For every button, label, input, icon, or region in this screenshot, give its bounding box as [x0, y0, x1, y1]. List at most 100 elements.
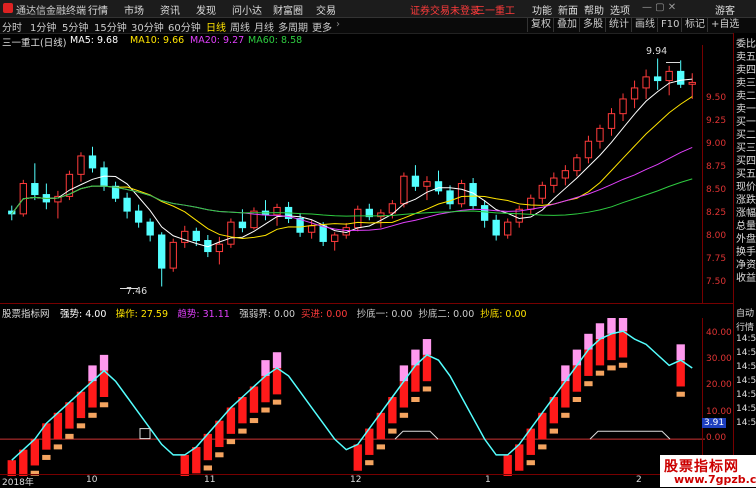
- indicator-bar: [99, 370, 109, 397]
- btn-draw[interactable]: 画线: [631, 18, 658, 32]
- candle: [181, 225, 189, 248]
- tab-monthly[interactable]: 月线: [254, 19, 274, 34]
- btn-overlay[interactable]: 叠加: [553, 18, 580, 32]
- indicator-bar: [676, 360, 685, 387]
- indicator-tick-1: 30.00: [706, 354, 732, 365]
- indicator-bar: [53, 412, 63, 440]
- watermark: 股票指标网 www.7gpzb.com: [660, 455, 756, 487]
- indicator-bar: [353, 444, 362, 471]
- btn-mark[interactable]: 标记: [681, 18, 708, 32]
- indicator-step: [526, 460, 535, 466]
- more-dropdown-icon[interactable]: ›: [336, 19, 340, 30]
- price-tick-3: 8.75: [706, 161, 727, 172]
- tab-5min[interactable]: 5分钟: [62, 19, 88, 34]
- indicator-band: [272, 352, 282, 369]
- tab-15min[interactable]: 15分钟: [94, 19, 127, 34]
- price-tick-4: 8.50: [706, 184, 727, 195]
- side-time-7: 14:50: [736, 404, 756, 414]
- indicator-bar: [65, 402, 74, 429]
- candle: [584, 135, 593, 164]
- indicator-step: [88, 412, 97, 418]
- period-toolbar: 分时 1分钟 5分钟 15分钟 30分钟 60分钟 日线 周线 月线 多周期 更…: [0, 18, 756, 34]
- tab-intraday[interactable]: 分时: [2, 19, 22, 34]
- menu-item-news[interactable]: 资讯: [160, 2, 180, 17]
- candle: [331, 232, 339, 251]
- candle: [480, 200, 489, 228]
- indicator-chart[interactable]: [0, 318, 705, 476]
- login-warning[interactable]: 证券交易未登录: [410, 2, 480, 17]
- menu-item-ask[interactable]: 问小达: [232, 2, 262, 17]
- candle: [158, 232, 166, 287]
- tab-more[interactable]: 更多: [312, 19, 332, 34]
- menu-item-trade[interactable]: 交易: [316, 2, 336, 17]
- side-time-5: 14:50: [736, 376, 756, 386]
- indicator-bar: [88, 381, 97, 408]
- btn-f10[interactable]: F10: [657, 18, 682, 32]
- tab-weekly[interactable]: 周线: [230, 19, 250, 34]
- candle: [31, 163, 39, 201]
- candle: [642, 69, 650, 99]
- indicator-bar: [249, 386, 259, 413]
- indicator-step: [422, 386, 432, 392]
- candle: [434, 170, 443, 195]
- candle: [411, 165, 420, 191]
- indicator-band: [99, 354, 109, 371]
- candle: [596, 124, 604, 149]
- candle: [146, 218, 154, 242]
- menu-item-options[interactable]: 选项: [610, 2, 630, 17]
- price-tick-2: 9.00: [706, 138, 727, 149]
- menu-item-new-face[interactable]: 新面: [558, 2, 578, 17]
- quote-side-panel: 委比 卖五 卖四 卖三 卖二 卖一 买一 买二 买三 买四 买五 现价 涨跌 涨幅 总量 外盘 换手 净资 收益 自动…: [733, 33, 756, 487]
- high-price-label: 9.94: [646, 46, 668, 57]
- indicator-bar: [618, 331, 628, 358]
- tab-30min[interactable]: 30分钟: [131, 19, 164, 34]
- indicator-bar: [422, 354, 432, 382]
- candlestick-chart[interactable]: [0, 45, 705, 300]
- low-price-label: 7.46: [126, 286, 148, 297]
- indicator-step: [203, 465, 213, 471]
- indicator-step: [376, 444, 386, 450]
- menu-item-market[interactable]: 市场: [124, 2, 144, 17]
- window-controls-icon[interactable]: — ▢ ✕: [642, 2, 676, 13]
- candle: [504, 218, 512, 239]
- indicator-step: [399, 412, 409, 418]
- candle: [54, 190, 62, 219]
- candle: [365, 203, 373, 221]
- btn-adjust[interactable]: 复权: [527, 18, 554, 32]
- x-label-nov: 11: [204, 475, 216, 485]
- candle: [653, 58, 662, 90]
- indicator-band: [399, 365, 409, 382]
- candle: [123, 192, 131, 219]
- btn-stats[interactable]: 统计: [605, 18, 632, 32]
- candle: [515, 205, 523, 228]
- menu-item-wealth[interactable]: 财富圈: [273, 2, 303, 17]
- indicator-bar: [515, 444, 524, 471]
- tab-multi-period[interactable]: 多周期: [278, 19, 308, 34]
- side-time-4: 14:50: [736, 362, 756, 372]
- indicator-step: [607, 365, 616, 371]
- btn-multi-stock[interactable]: 多股: [579, 18, 606, 32]
- candle: [446, 185, 454, 210]
- tab-60min[interactable]: 60分钟: [168, 19, 201, 34]
- indicator-step: [572, 397, 582, 402]
- x-label-feb: 2: [636, 475, 642, 485]
- menu-item-quotes[interactable]: 行情: [88, 2, 108, 17]
- candle: [573, 154, 581, 177]
- indicator-bar: [595, 339, 605, 366]
- menu-item-function[interactable]: 功能: [532, 2, 552, 17]
- price-tick-8: 7.50: [706, 276, 727, 287]
- menu-item-discover[interactable]: 发现: [196, 2, 216, 17]
- menu-item-help[interactable]: 帮助: [584, 2, 604, 17]
- candle: [65, 170, 74, 201]
- indicator-bar: [272, 368, 282, 395]
- indicator-tick-2: 20.00: [706, 380, 732, 391]
- menu-item-guest[interactable]: 游客: [715, 2, 735, 17]
- candle: [273, 203, 281, 226]
- indicator-bar: [192, 447, 201, 474]
- candle: [619, 93, 627, 122]
- indicator-bar: [180, 454, 189, 476]
- tab-daily[interactable]: 日线: [206, 19, 226, 34]
- stock-link[interactable]: 三一重工: [475, 2, 515, 17]
- tab-1min[interactable]: 1分钟: [30, 19, 56, 34]
- btn-add-watchlist[interactable]: +自选: [707, 18, 742, 32]
